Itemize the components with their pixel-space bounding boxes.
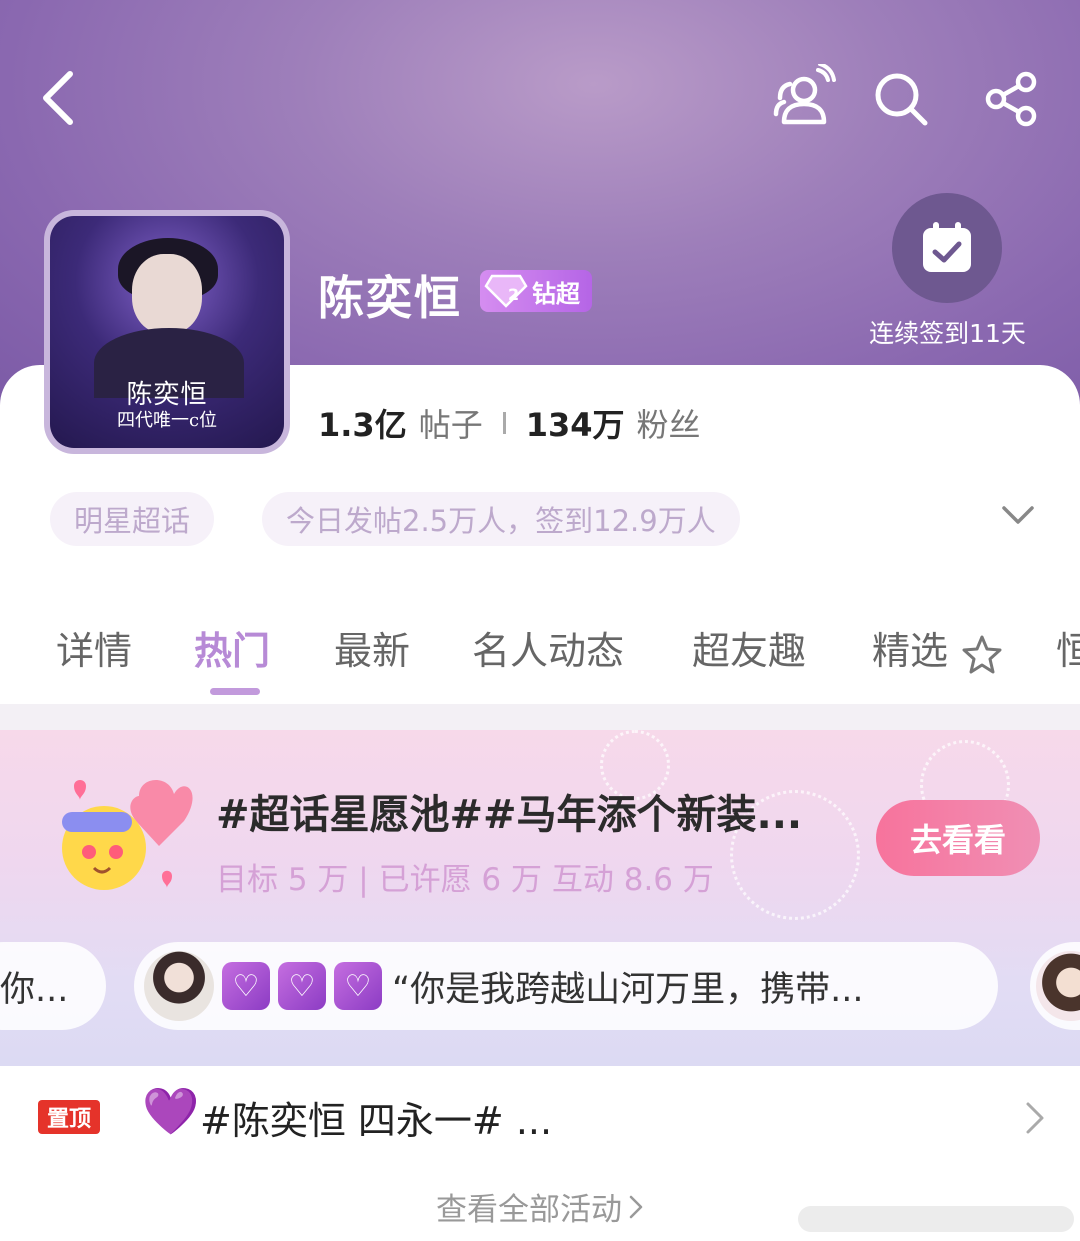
tab-details[interactable]: 详情 <box>56 620 132 675</box>
user-avatar <box>1036 951 1080 1021</box>
wish-pill-left[interactable]: 你... <box>0 942 106 1030</box>
search-icon <box>875 73 928 126</box>
wish-pill[interactable]: ♡ ♡ ♡ “你是我跨越山河万里，携带... <box>134 942 998 1030</box>
purple-heart-icon: ♡ <box>278 962 326 1010</box>
go-see-button[interactable]: 去看看 <box>876 800 1040 876</box>
banner-subtitle: 目标 5 万 | 已许愿 6 万 互动 8.6 万 <box>216 862 714 898</box>
today-stats-chip[interactable]: 今日发帖2.5万人，签到12.9万人 <box>262 492 740 546</box>
fans-count: 134万 <box>525 406 625 444</box>
chevron-left-icon <box>43 71 73 125</box>
tab-bar: 详情 热门 最新 名人动态 超友趣 精选 恒 <box>0 620 1080 700</box>
active-tab-indicator <box>210 688 260 695</box>
posts-label: 帖子 <box>418 406 483 444</box>
chevron-down-icon <box>1002 506 1034 524</box>
page-title: 陈奕恒 <box>318 271 462 325</box>
chevron-right-icon <box>628 1192 644 1228</box>
see-all-label: 查看全部活动 <box>436 1192 622 1228</box>
pinned-post-text: #陈奕恒 四永一# ... <box>200 1099 553 1143</box>
purple-heart-icon: ♡ <box>334 962 382 1010</box>
stats-row: 1.3亿 帖子 134万 粉丝 <box>318 400 701 446</box>
calendar-check-icon <box>923 222 971 272</box>
checkin-streak-text: 连续签到11天 <box>869 319 1026 348</box>
tab-featured-label: 精选 <box>872 629 949 673</box>
user-avatar <box>144 951 214 1021</box>
tab-latest[interactable]: 最新 <box>334 620 410 675</box>
group-button[interactable] <box>770 64 836 130</box>
group-icon <box>773 64 836 125</box>
badge-label: 钻超 <box>532 279 580 308</box>
wish-pill-left-text: 你... <box>0 969 69 1010</box>
section-divider <box>0 704 1080 730</box>
chevron-right-icon <box>1022 1100 1046 1140</box>
posts-count: 1.3亿 <box>318 406 407 444</box>
purple-heart-icon: 💜 <box>142 1084 200 1138</box>
purple-heart-icon: ♡ <box>222 962 270 1010</box>
checkin-button[interactable] <box>892 193 1002 303</box>
watermark-placeholder <box>798 1206 1074 1232</box>
avatar-image: 陈奕恒 四代唯一c位 <box>50 216 284 448</box>
wish-pill-right[interactable] <box>1030 942 1080 1030</box>
share-icon <box>985 71 1037 127</box>
mascot-icon <box>62 779 193 890</box>
level-badge[interactable]: 2 钻超 <box>480 270 592 312</box>
wish-pool-banner[interactable]: #超话星愿池##马年添个新装... 目标 5 万 | 已许愿 6 万 互动 8.… <box>0 730 1080 1066</box>
avatar[interactable]: 陈奕恒 四代唯一c位 <box>44 210 290 454</box>
avatar-poster-subtitle: 四代唯一c位 <box>116 410 218 431</box>
pinned-tag: 置顶 <box>38 1100 100 1134</box>
tab-hot[interactable]: 热门 <box>194 620 270 675</box>
tab-fun[interactable]: 超友趣 <box>692 620 806 675</box>
avatar-face <box>132 254 202 334</box>
tab-featured[interactable]: 精选 <box>872 620 1004 675</box>
tab-celebrity[interactable]: 名人动态 <box>472 620 624 675</box>
badge-level: 2 <box>508 285 519 304</box>
expand-button[interactable] <box>998 500 1038 534</box>
pinned-post-row[interactable]: 置顶 💜 #陈奕恒 四永一# ... <box>0 1066 1080 1166</box>
share-button[interactable] <box>980 68 1042 130</box>
diamond-icon: 2 <box>480 270 532 312</box>
banner-title: #超话星愿池##马年添个新装... <box>216 792 803 838</box>
star-icon <box>962 635 1002 673</box>
back-button[interactable] <box>28 68 88 128</box>
search-button[interactable] <box>870 68 932 130</box>
category-chip[interactable]: 明星超话 <box>50 492 215 546</box>
wish-pill-text: “你是我跨越山河万里，携带... <box>392 969 864 1010</box>
fans-label: 粉丝 <box>636 406 701 444</box>
tab-more[interactable]: 恒 <box>1056 620 1080 675</box>
stats-divider <box>502 412 506 434</box>
